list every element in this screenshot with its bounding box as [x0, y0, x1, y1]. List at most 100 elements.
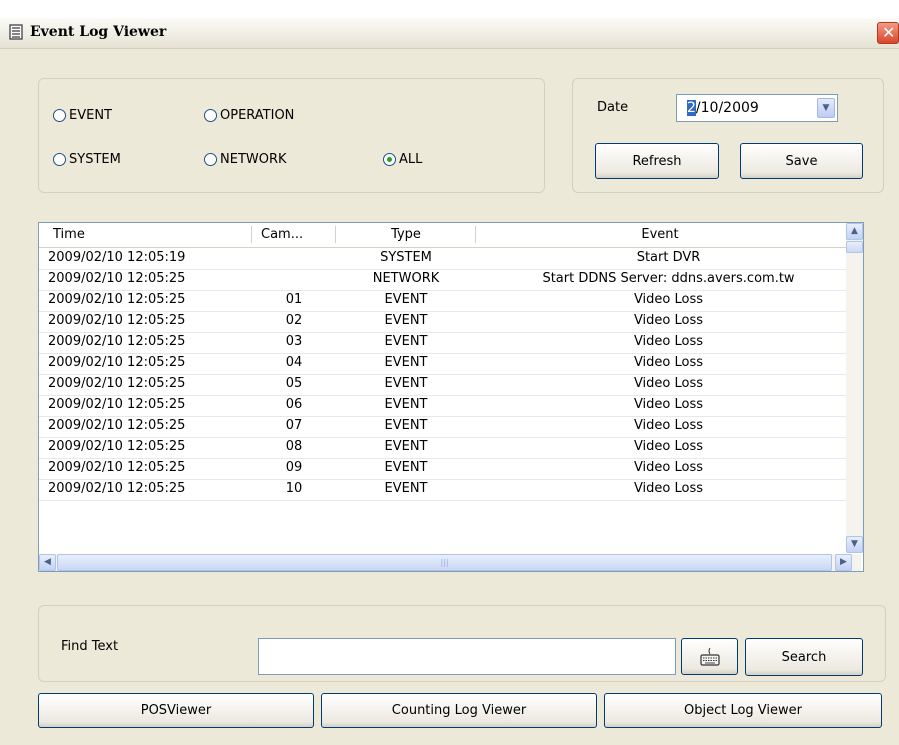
radio-label: NETWORK — [220, 152, 287, 167]
cell-type: EVENT — [384, 397, 428, 412]
column-header-time[interactable]: Time — [53, 227, 85, 242]
radio-circle — [204, 109, 217, 122]
cell-event: Video Loss — [633, 313, 704, 328]
scroll-down-icon[interactable]: ▼ — [846, 536, 863, 553]
radio-circle-selected — [383, 153, 396, 166]
table-row[interactable]: 2009/02/10 12:05:25 10 EVENT Video Loss — [39, 479, 861, 501]
list-icon — [9, 24, 23, 40]
radio-operation[interactable]: OPERATION — [204, 108, 294, 123]
cell-camera: 08 — [285, 439, 303, 454]
cell-type: SYSTEM — [380, 250, 432, 265]
cell-camera: 03 — [285, 334, 303, 349]
column-header-event[interactable]: Event — [476, 227, 844, 242]
keyboard-button[interactable] — [681, 638, 738, 675]
horizontal-scrollbar[interactable]: ◀ ||| ▶ — [39, 554, 861, 571]
cell-event: Video Loss — [633, 439, 704, 454]
radio-circle — [53, 109, 66, 122]
table-row[interactable]: 2009/02/10 12:05:25 02 EVENT Video Loss — [39, 311, 861, 333]
radio-circle — [204, 153, 217, 166]
cell-camera: 10 — [285, 481, 303, 496]
table-row[interactable]: 2009/02/10 12:05:25 06 EVENT Video Loss — [39, 395, 861, 417]
cell-time: 2009/02/10 12:05:25 — [48, 271, 186, 286]
window-title: Event Log Viewer — [30, 24, 167, 40]
radio-network[interactable]: NETWORK — [204, 152, 287, 167]
cell-type: EVENT — [384, 460, 428, 475]
cell-time: 2009/02/10 12:05:25 — [48, 292, 186, 307]
cell-time: 2009/02/10 12:05:25 — [48, 334, 186, 349]
table-row[interactable]: 2009/02/10 12:05:25 NETWORK Start DDNS Ser… — [39, 269, 861, 291]
table-row[interactable]: 2009/02/10 12:05:25 05 EVENT Video Loss — [39, 374, 861, 396]
cell-camera: 02 — [285, 313, 303, 328]
radio-label: OPERATION — [220, 108, 295, 123]
radio-circle — [53, 153, 66, 166]
cell-type: EVENT — [384, 313, 428, 328]
cell-time: 2009/02/10 12:05:25 — [48, 355, 186, 370]
cell-event: Video Loss — [633, 376, 704, 391]
cell-type: EVENT — [384, 334, 428, 349]
cell-event: Video Loss — [633, 460, 704, 475]
cell-time: 2009/02/10 12:05:25 — [48, 460, 186, 475]
save-button[interactable]: Save — [740, 143, 863, 179]
table-row[interactable]: 2009/02/10 12:05:25 04 EVENT Video Loss — [39, 353, 861, 375]
cell-type: EVENT — [384, 376, 428, 391]
cell-camera: 01 — [285, 292, 303, 307]
cell-time: 2009/02/10 12:05:25 — [48, 418, 186, 433]
keyboard-icon — [699, 647, 720, 666]
radio-system[interactable]: SYSTEM — [53, 152, 121, 167]
event-log-list[interactable]: Time Cam... Type Event 2009/02/10 12:05:… — [38, 222, 864, 572]
refresh-button[interactable]: Refresh — [595, 143, 719, 179]
scroll-right-icon[interactable]: ▶ — [835, 554, 852, 571]
cell-event: Video Loss — [633, 355, 704, 370]
column-header-camera[interactable]: Cam... — [261, 227, 303, 242]
cell-event: Video Loss — [633, 334, 704, 349]
cell-type: EVENT — [384, 439, 428, 454]
radio-label: SYSTEM — [69, 152, 121, 167]
date-value: 2/10/2009 — [687, 100, 759, 116]
find-text-input[interactable] — [258, 638, 676, 675]
column-divider[interactable] — [335, 226, 336, 243]
table-row[interactable]: 2009/02/10 12:05:19 SYSTEM Start DVR — [39, 248, 861, 270]
cell-time: 2009/02/10 12:05:25 — [48, 376, 186, 391]
cell-time: 2009/02/10 12:05:25 — [48, 313, 186, 328]
event-log-viewer-window: Event Log Viewer ✕ EVENT OPERATION SYSTE… — [0, 18, 899, 745]
search-button[interactable]: Search — [745, 638, 863, 676]
cell-camera: 05 — [285, 376, 303, 391]
scroll-grip-icon: ||| — [440, 558, 449, 567]
cell-event: Start DDNS Server: ddns.avers.com.tw — [542, 271, 795, 286]
table-row[interactable]: 2009/02/10 12:05:25 07 EVENT Video Loss — [39, 416, 861, 438]
chevron-down-icon[interactable]: ▼ — [817, 98, 835, 118]
object-log-viewer-button[interactable]: Object Log Viewer — [604, 693, 882, 728]
cell-event: Video Loss — [633, 418, 704, 433]
table-row[interactable]: 2009/02/10 12:05:25 01 EVENT Video Loss — [39, 290, 861, 312]
column-divider[interactable] — [251, 226, 252, 243]
find-text-label: Find Text — [61, 639, 119, 654]
radio-label: ALL — [399, 152, 423, 167]
scroll-left-icon[interactable]: ◀ — [39, 554, 56, 571]
date-dropdown[interactable]: 2/10/2009 ▼ — [676, 94, 838, 122]
cell-camera: 06 — [285, 397, 303, 412]
cell-time: 2009/02/10 12:05:19 — [48, 250, 186, 265]
cell-type: EVENT — [384, 481, 428, 496]
column-header-type[interactable]: Type — [337, 227, 475, 242]
close-button[interactable]: ✕ — [877, 22, 899, 44]
cell-camera: 04 — [285, 355, 303, 370]
counting-log-viewer-button[interactable]: Counting Log Viewer — [321, 693, 597, 728]
cell-event: Video Loss — [633, 481, 704, 496]
radio-all[interactable]: ALL — [383, 152, 422, 167]
table-row[interactable]: 2009/02/10 12:05:25 03 EVENT Video Loss — [39, 332, 861, 354]
cell-type: EVENT — [384, 292, 428, 307]
table-row[interactable]: 2009/02/10 12:05:25 09 EVENT Video Loss — [39, 458, 861, 480]
cell-type: NETWORK — [372, 271, 440, 286]
cell-camera: 07 — [285, 418, 303, 433]
cell-time: 2009/02/10 12:05:25 — [48, 439, 186, 454]
radio-event[interactable]: EVENT — [53, 108, 112, 123]
horizontal-scroll-thumb[interactable]: ||| — [57, 554, 832, 571]
close-icon: ✕ — [882, 23, 896, 42]
scroll-up-icon[interactable]: ▲ — [846, 223, 863, 240]
title-bar: Event Log Viewer ✕ — [0, 18, 899, 49]
pos-viewer-button[interactable]: POSViewer — [38, 693, 314, 728]
vertical-scrollbar[interactable]: ▲ ▼ — [846, 223, 863, 553]
vertical-scroll-thumb[interactable] — [846, 241, 863, 253]
cell-event: Start DVR — [636, 250, 701, 265]
table-row[interactable]: 2009/02/10 12:05:25 08 EVENT Video Loss — [39, 437, 861, 459]
